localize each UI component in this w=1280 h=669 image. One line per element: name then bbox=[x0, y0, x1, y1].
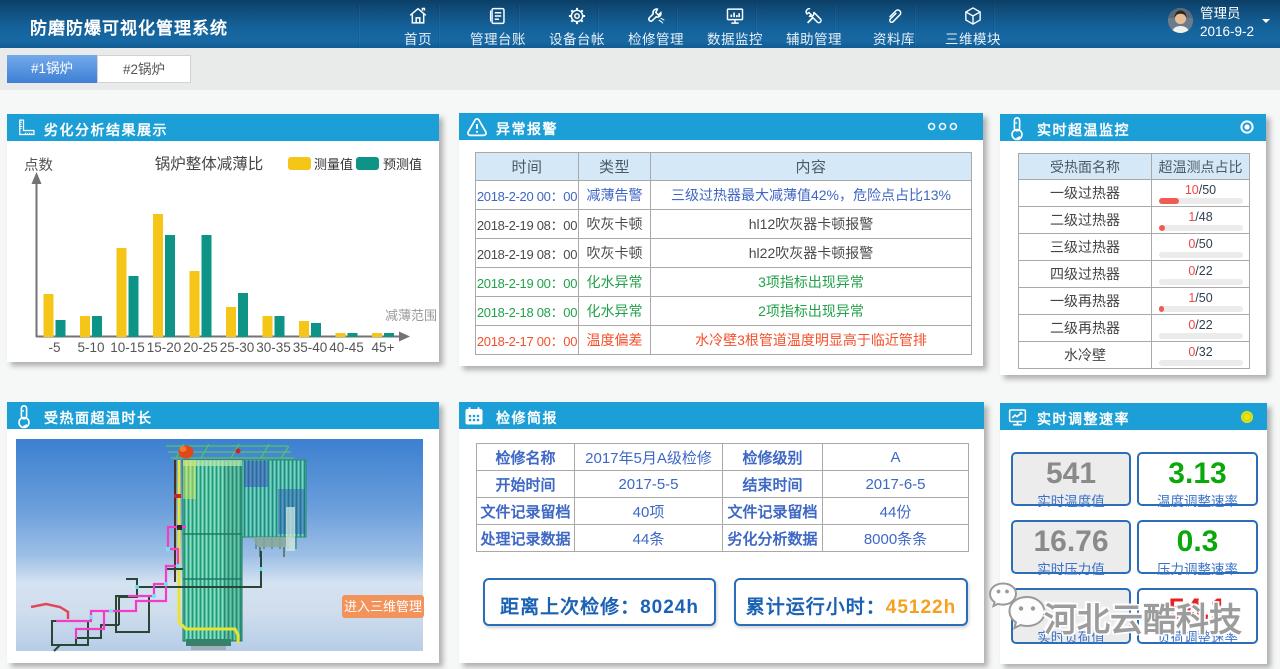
svg-text:40-45: 40-45 bbox=[329, 340, 364, 355]
svg-text:进入三维管理: 进入三维管理 bbox=[344, 599, 422, 614]
svg-text:30-35: 30-35 bbox=[256, 340, 291, 355]
svg-text:减薄范围: 减薄范围 bbox=[385, 308, 437, 323]
svg-text:45+: 45+ bbox=[372, 340, 395, 355]
svg-text:35-40: 35-40 bbox=[293, 340, 328, 355]
svg-text:25-30: 25-30 bbox=[220, 340, 255, 355]
svg-text:10-15: 10-15 bbox=[110, 340, 145, 355]
svg-text:锅炉整体减薄比: 锅炉整体减薄比 bbox=[155, 155, 264, 173]
svg-text:15-20: 15-20 bbox=[147, 340, 182, 355]
svg-text:20-25: 20-25 bbox=[183, 340, 218, 355]
svg-text:-5: -5 bbox=[48, 340, 60, 355]
svg-text:5-10: 5-10 bbox=[77, 340, 104, 355]
svg-text:点数: 点数 bbox=[24, 157, 53, 174]
svg-text:预测值: 预测值 bbox=[383, 157, 422, 172]
svg-text:测量值: 测量值 bbox=[314, 157, 353, 172]
